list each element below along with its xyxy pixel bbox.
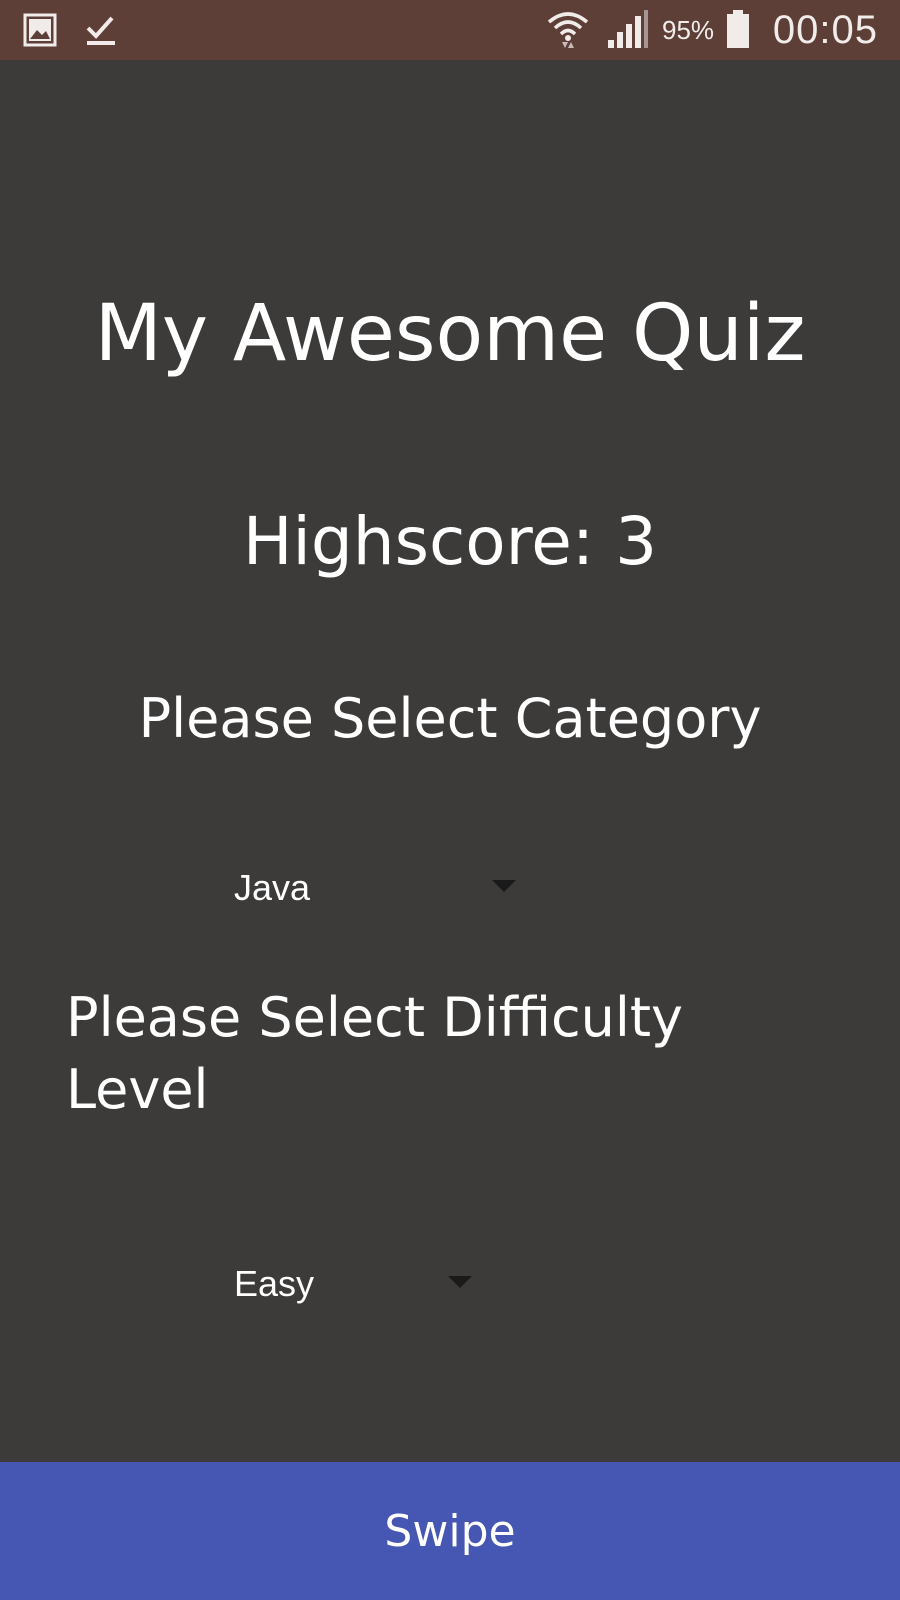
difficulty-prompt: Please Select Difficulty Level xyxy=(66,986,683,1121)
page-title: My Awesome Quiz xyxy=(94,289,806,379)
gallery-icon xyxy=(22,0,58,60)
difficulty-spinner[interactable]: Easy xyxy=(234,1254,484,1314)
category-selected-value: Java xyxy=(234,867,311,908)
signal-icon xyxy=(606,0,650,60)
category-spinner[interactable]: Java xyxy=(234,858,534,918)
checkmark-icon xyxy=(84,0,118,60)
category-prompt: Please Select Category xyxy=(138,687,762,750)
quiz-screen: 95% 00:05 My Awesome Quiz Highscore: 3 P… xyxy=(0,0,900,1600)
dropdown-arrow-icon xyxy=(448,1276,472,1288)
highscore-text: Highscore: 3 xyxy=(242,503,658,580)
difficulty-selected-value: Easy xyxy=(234,1263,315,1304)
battery-icon xyxy=(726,0,750,60)
battery-percent: 95% xyxy=(662,14,715,45)
clock: 00:05 xyxy=(772,7,878,52)
swipe-button[interactable]: Swipe xyxy=(0,1462,900,1600)
status-bar: 95% 00:05 xyxy=(0,0,900,60)
wifi-icon xyxy=(546,0,590,60)
dropdown-arrow-icon xyxy=(492,880,516,892)
